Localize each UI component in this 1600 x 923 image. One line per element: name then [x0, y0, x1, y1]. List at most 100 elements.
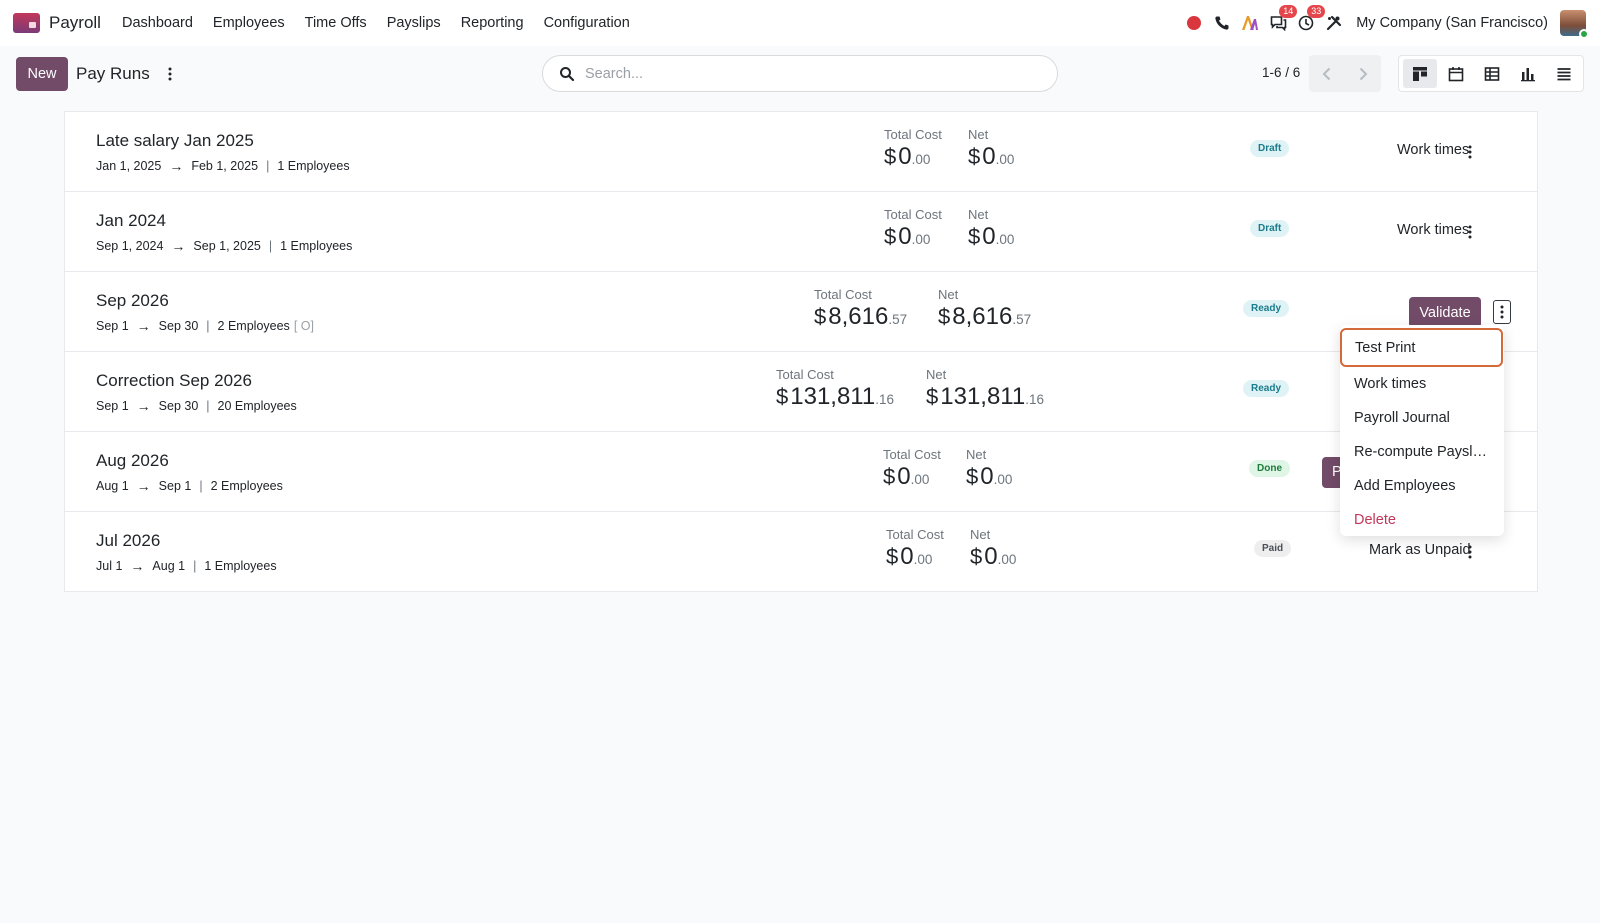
phone-icon[interactable] — [1209, 10, 1235, 36]
total-cost-cents: .00 — [913, 552, 933, 567]
pay-run-card[interactable]: Aug 2026 Aug 1 → Sep 1 | 2 Employees Tot… — [64, 431, 1538, 512]
dropdown-item-payroll-journal[interactable]: Payroll Journal — [1340, 401, 1504, 435]
pager-previous-button[interactable] — [1309, 55, 1345, 92]
pager-nav — [1309, 55, 1381, 92]
period-end: Sep 1, 2025 — [193, 239, 261, 253]
app-name[interactable]: Payroll — [49, 13, 101, 33]
net-cents: .00 — [995, 232, 1015, 247]
total-cost-whole: 0 — [898, 223, 912, 250]
pivot-view-button[interactable] — [1475, 59, 1509, 88]
pay-run-title: Jul 2026 — [96, 531, 161, 550]
total-cost-label: Total Cost — [886, 527, 944, 542]
ai-assistant-icon[interactable] — [1237, 10, 1263, 36]
menu-item-payslips[interactable]: Payslips — [377, 15, 451, 31]
kanban-view-button[interactable] — [1403, 59, 1437, 88]
employee-count: 1 Employees — [204, 559, 277, 573]
net-amount: Net $131,811.16 — [926, 367, 1044, 411]
record-icon[interactable] — [1181, 10, 1207, 36]
pay-run-title: Sep 2026 — [96, 291, 169, 310]
user-avatar[interactable] — [1560, 10, 1589, 39]
total-cost: Total Cost $8,616.57 — [814, 287, 907, 331]
calendar-view-button[interactable] — [1439, 59, 1473, 88]
net-cents: .16 — [1025, 392, 1045, 407]
actions-kebab-icon[interactable] — [161, 65, 179, 83]
total-cost-label: Total Cost — [884, 207, 942, 222]
search-input[interactable] — [585, 65, 1045, 82]
menu-item-dashboard[interactable]: Dashboard — [112, 15, 203, 31]
period-start: Jul 1 — [96, 559, 123, 573]
dropdown-item-test-print[interactable]: Test Print — [1340, 328, 1503, 367]
pay-run-card[interactable]: Correction Sep 2026 Sep 1 → Sep 30 | 20 … — [64, 351, 1538, 432]
pay-run-card[interactable]: Sep 2026 Sep 1 → Sep 30 | 2 Employees [ … — [64, 271, 1538, 352]
period-start: Jan 1, 2025 — [96, 159, 162, 173]
dropdown-item-add-employees[interactable]: Add Employees — [1340, 469, 1504, 503]
total-cost-whole: 8,616 — [828, 303, 889, 330]
card-kebab-icon[interactable] — [1458, 220, 1482, 244]
pager-value[interactable]: 1-6 / 6 — [1262, 65, 1300, 80]
dropdown-item-recompute-payslips[interactable]: Re-compute Paysl… — [1340, 435, 1504, 469]
total-cost-label: Total Cost — [776, 367, 834, 382]
pay-run-list: Late salary Jan 2025 Jan 1, 2025 → Feb 1… — [64, 111, 1538, 592]
menu-item-configuration[interactable]: Configuration — [534, 15, 640, 31]
pager-next-button[interactable] — [1345, 55, 1381, 92]
total-cost-label: Total Cost — [884, 127, 942, 142]
employee-count: 1 Employees — [280, 239, 353, 253]
pay-run-card[interactable]: Late salary Jan 2025 Jan 1, 2025 → Feb 1… — [64, 111, 1538, 192]
total-cost-whole: 0 — [898, 143, 912, 170]
dropdown-item-work-times[interactable]: Work times — [1340, 367, 1504, 401]
net-label: Net — [926, 367, 947, 382]
top-navbar: Payroll Dashboard Employees Time Offs Pa… — [0, 0, 1600, 46]
net-label: Net — [968, 127, 989, 142]
separator: | — [206, 399, 210, 413]
app-brand[interactable]: Payroll — [13, 13, 101, 33]
currency-symbol: $ — [968, 224, 981, 249]
messages-icon[interactable]: 14 — [1265, 5, 1298, 36]
validate-button[interactable]: Validate — [1409, 297, 1481, 328]
menu-item-reporting[interactable]: Reporting — [451, 15, 534, 31]
pay-run-period: Jul 1 → Aug 1 | 1 Employees — [96, 558, 277, 574]
mark-as-unpaid-button[interactable]: Mark as Unpaid — [1369, 542, 1471, 558]
activities-clock-icon[interactable]: 33 — [1293, 5, 1326, 36]
total-cost-whole: 131,811 — [790, 383, 876, 410]
company-switcher[interactable]: My Company (San Francisco) — [1356, 15, 1548, 31]
employee-count: 20 Employees — [217, 399, 297, 413]
employee-count: 1 Employees — [277, 159, 350, 173]
separator: | — [268, 239, 273, 253]
status-badge: Draft — [1250, 140, 1290, 157]
dropdown-item-delete[interactable]: Delete — [1340, 503, 1504, 537]
net-cents: .57 — [1012, 312, 1032, 327]
currency-symbol: $ — [926, 384, 939, 409]
period-end: Sep 30 — [158, 319, 199, 333]
systray: 14 33 My Company (San Francisco) — [1180, 0, 1600, 46]
card-kebab-icon[interactable] — [1458, 540, 1482, 564]
card-kebab-icon[interactable] — [1493, 300, 1511, 324]
total-cost-label: Total Cost — [883, 447, 941, 462]
total-cost: Total Cost $0.00 — [883, 447, 941, 491]
net-cents: .00 — [993, 472, 1013, 487]
search-bar[interactable] — [542, 55, 1058, 92]
card-kebab-icon[interactable] — [1458, 140, 1482, 164]
view-switcher — [1398, 55, 1584, 92]
online-status-icon — [1579, 29, 1589, 39]
pay-run-title: Late salary Jan 2025 — [96, 131, 254, 150]
pay-run-card[interactable]: Jan 2024 Sep 1, 2024 → Sep 1, 2025 | 1 E… — [64, 191, 1538, 272]
currency-symbol: $ — [884, 224, 897, 249]
menu-item-employees[interactable]: Employees — [203, 15, 295, 31]
total-cost-whole: 0 — [897, 463, 911, 490]
net-amount: Net $0.00 — [968, 207, 1014, 251]
pay-run-period: Aug 1 → Sep 1 | 2 Employees — [96, 478, 283, 494]
net-label: Net — [938, 287, 959, 302]
tools-icon[interactable] — [1321, 10, 1347, 36]
menu-item-time-offs[interactable]: Time Offs — [295, 15, 377, 31]
period-end: Aug 1 — [152, 559, 186, 573]
new-button[interactable]: New — [16, 57, 68, 91]
status-badge: Draft — [1250, 220, 1290, 237]
employee-count: 2 Employees — [217, 319, 290, 333]
pivot-table-icon — [1484, 66, 1500, 81]
currency-symbol: $ — [966, 464, 979, 489]
pay-run-period: Sep 1 → Sep 30 | 20 Employees — [96, 398, 297, 414]
pay-run-card[interactable]: Jul 2026 Jul 1 → Aug 1 | 1 Employees Tot… — [64, 511, 1538, 592]
list-view-button[interactable] — [1547, 59, 1581, 88]
calendar-icon — [1448, 66, 1464, 81]
graph-view-button[interactable] — [1511, 59, 1545, 88]
